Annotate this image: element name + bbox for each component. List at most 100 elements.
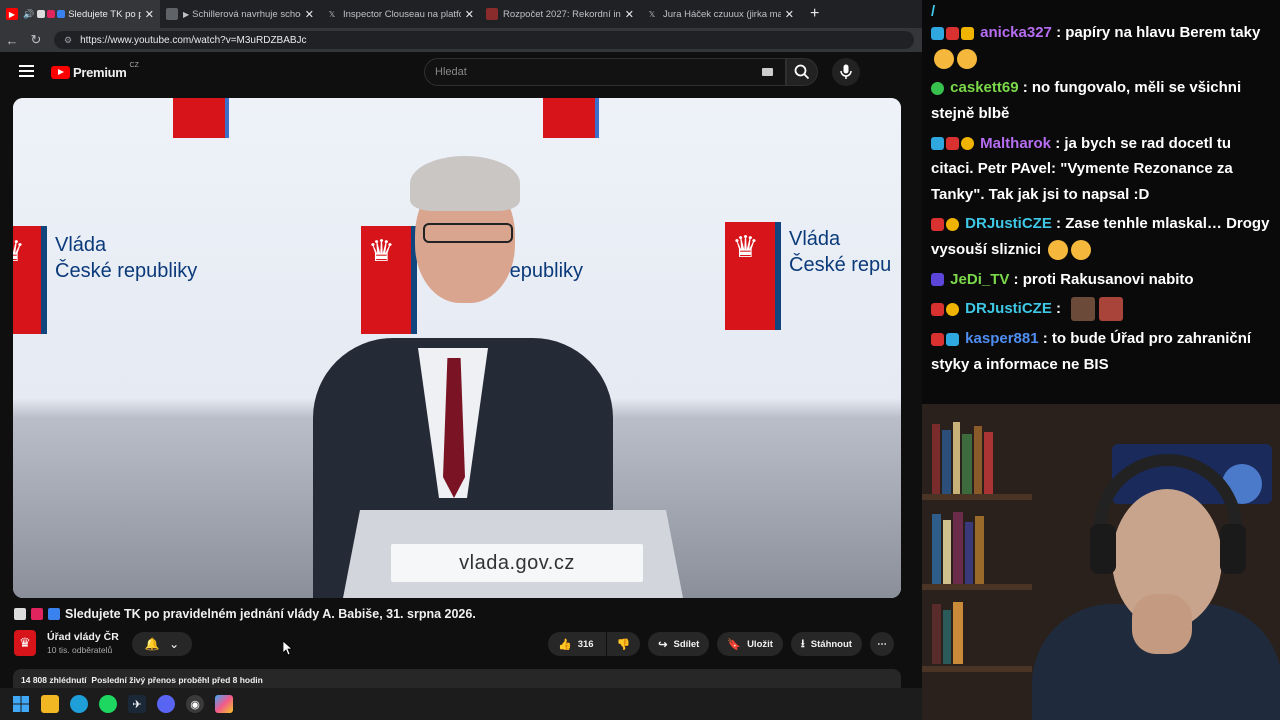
dislike-button[interactable]: 👎 [606,632,641,656]
tab-emoji-icon [37,10,46,18]
bookmark-icon: 🔖 [727,638,742,651]
tab-emoji-icon [47,10,56,18]
speaker-icon[interactable]: 🔊 [23,9,34,20]
logo-region: CZ [129,62,139,69]
channel-info[interactable]: ♛ Úřad vlády ČR 10 tis. odběratelů [14,630,119,656]
chat-message: anicka327 : papíry na hlavu Berem taky [931,18,1274,73]
share-icon: ↪ [658,638,668,651]
discord-icon[interactable] [157,695,175,713]
download-button[interactable]: ⭳ Stáhnout [790,632,862,656]
search-icon [794,64,810,80]
copilot-icon[interactable] [215,695,233,713]
tab-close-icon[interactable]: ✕ [305,8,314,21]
streamer-webcam [922,404,1280,720]
menu-icon[interactable] [19,65,34,77]
youtube-logo[interactable]: Premium CZ [51,62,139,80]
browser-tab[interactable]: 𝕏 Jura Háček czuuux (jirka maso :) na… ✕ [640,0,800,28]
chat-badges [931,131,976,157]
channel-avatar[interactable]: ♛ [14,630,36,656]
site-info-icon[interactable]: ⚙ [64,35,72,46]
badge-icon [931,333,944,346]
chat-username[interactable]: Maltharok [980,135,1051,152]
tab-title: Jura Háček czuuux (jirka maso :) na… [663,8,781,20]
book [943,520,951,584]
emoji-icon [14,608,26,620]
backdrop-text-left: Vláda České republiky [55,234,198,282]
page-favicon-icon [166,8,178,20]
x-favicon-icon: 𝕏 [648,9,656,19]
url-text: https://www.youtube.com/watch?v=M3uRDZBA… [80,34,307,46]
browser-tab-youtube[interactable]: ▶ 🔊 Sledujete TK po pravi… ✕ [0,0,160,28]
new-tab-button[interactable]: + [810,5,819,23]
more-actions-button[interactable]: ⋯ [869,632,894,656]
book [942,430,951,494]
book [953,422,960,494]
windows-taskbar: ✈ ◉ [0,688,922,720]
browser-tab[interactable]: ▶ Schillerová navrhuje schodek ro… ✕ [160,0,320,28]
back-arrow-icon[interactable]: ← [0,33,24,48]
face-emote-icon [1099,297,1124,322]
keyboard-icon[interactable] [762,68,773,76]
video-title: Sledujete TK po pravidelném jednání vlád… [65,607,476,621]
notification-bell-button[interactable]: 🔔 ⌄ [132,632,192,656]
badge-icon [961,137,974,151]
windows-start-icon[interactable] [12,695,30,713]
video-title-row: Sledujete TK po pravidelném jednání vlád… [14,607,476,621]
chat-username[interactable]: JeDi_TV [950,271,1009,288]
channel-name[interactable]: Úřad vlády ČR [47,631,119,643]
chat-message: Maltharok : ja bych se rad docetl tu cit… [931,129,1274,210]
book [932,514,941,584]
share-button[interactable]: ↪ Sdílet [648,632,710,656]
search-input[interactable]: Hledat [424,58,786,86]
face-emote-icon [1071,297,1096,322]
book [953,512,963,584]
chat-text: : papíry na hlavu Berem taky [1056,24,1261,41]
chat-username[interactable]: DRJustiCZE [965,300,1052,317]
chat-username[interactable]: anicka327 [980,24,1052,41]
video-player[interactable]: ♛ VládaČeské republiky ♛ republiky ♛ Vlá… [13,98,901,598]
podium-sign: vlada.gov.cz [391,544,643,582]
download-icon: ⭳ [800,637,805,650]
chat-text: : proti Rakusanovi nabito [1013,270,1194,288]
page-favicon-icon [486,8,498,20]
search-placeholder: Hledat [435,66,467,78]
reload-icon[interactable]: ↻ [24,32,48,48]
download-label: Stáhnout [810,638,852,650]
thumbs-down-icon: 👎 [616,638,631,651]
like-button[interactable]: 👍 316 [548,632,606,656]
steam-icon[interactable]: ✈ [128,695,146,713]
chat-username[interactable]: kasper881 [965,330,1038,347]
badge-icon [931,273,944,287]
chat-username[interactable]: caskett69 [950,79,1018,96]
headset-ear [1090,524,1116,574]
edge-icon[interactable] [70,695,88,713]
book [984,432,993,494]
x-favicon-icon: 𝕏 [328,9,336,19]
chat-username[interactable]: DRJustiCZE [965,215,1052,232]
spotify-icon[interactable] [99,695,117,713]
search-button[interactable] [786,58,818,86]
laughing-emoji-icon [934,48,954,69]
browser-tab[interactable]: 𝕏 Inspector Clouseau na platformě X ✕ [320,0,480,28]
browser-tab[interactable]: Rozpočet 2027: Rekordní investice… ✕ [480,0,640,28]
badge-icon [946,333,959,346]
tab-emoji-icon [57,10,66,18]
microphone-icon [840,64,852,79]
voice-search-button[interactable] [832,58,860,86]
thumbs-up-icon: 👍 [558,638,572,651]
url-field[interactable]: ⚙ https://www.youtube.com/watch?v=M3uRDZ… [54,31,914,49]
laughing-emoji-icon [957,48,977,69]
file-explorer-icon[interactable] [41,695,59,713]
tab-close-icon[interactable]: ✕ [145,8,154,21]
emoji-icon [48,608,60,620]
tab-close-icon[interactable]: ✕ [465,8,474,21]
crown-badge-icon [961,26,974,40]
save-button[interactable]: 🔖 Uložit [717,632,783,656]
tab-close-icon[interactable]: ✕ [625,8,634,21]
shelf-board [922,494,1032,500]
youtube-favicon-icon: ▶ [6,8,18,20]
backdrop-text-center: republiky [503,260,584,282]
view-count: 14 808 zhlédnutí [21,675,87,685]
obs-icon[interactable]: ◉ [186,695,204,713]
tab-close-icon[interactable]: ✕ [785,8,794,21]
